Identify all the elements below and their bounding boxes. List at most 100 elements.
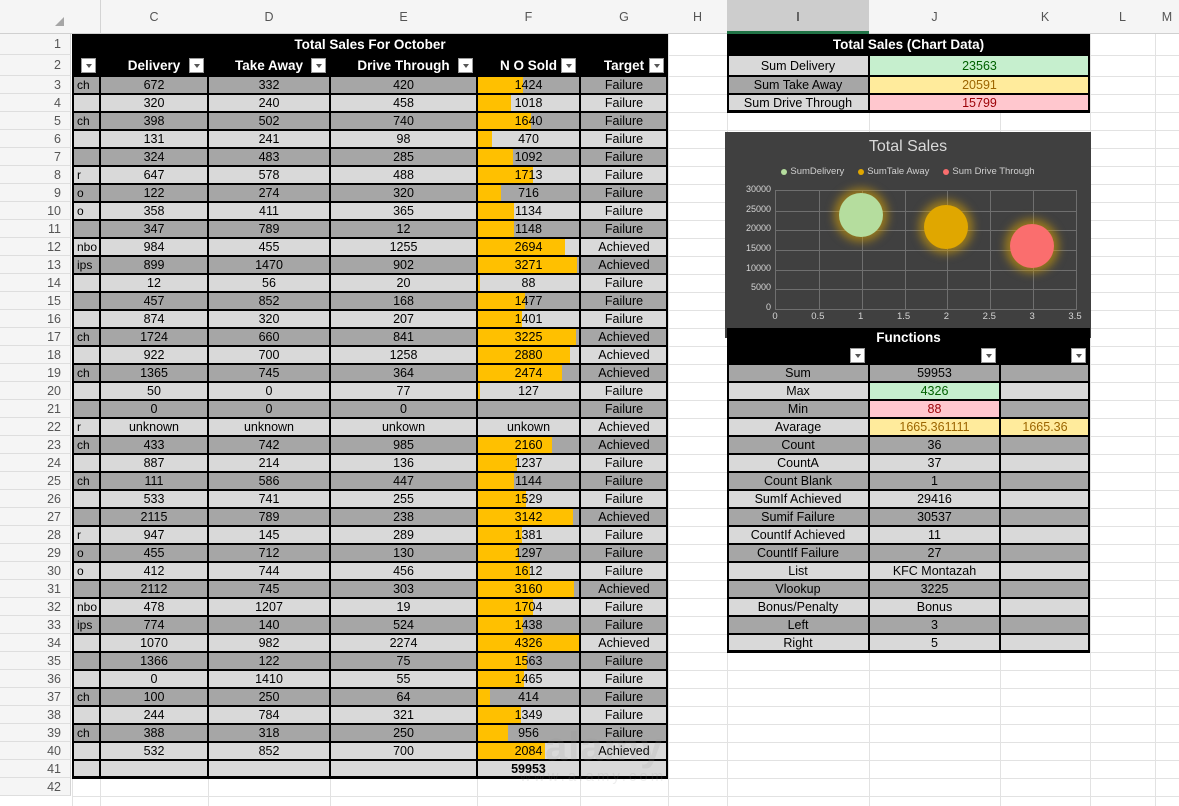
column-header-D[interactable]: D: [208, 0, 331, 34]
row-header-4[interactable]: 4: [0, 94, 71, 112]
column-header-M[interactable]: M: [1155, 0, 1179, 34]
functions-row-separator: [727, 597, 1090, 599]
sales-cell-target: Failure: [580, 598, 668, 616]
column-header-E[interactable]: E: [330, 0, 478, 34]
column-header-C[interactable]: C: [100, 0, 209, 34]
filter-button-d[interactable]: [311, 58, 326, 73]
column-header-F[interactable]: F: [477, 0, 581, 34]
sales-cell-b: nbo: [72, 238, 100, 256]
functions-filter-button-k[interactable]: [1071, 348, 1086, 363]
sales-cell-takeaway: 56: [208, 274, 330, 292]
row-header-21[interactable]: 21: [0, 400, 71, 418]
row-header-25[interactable]: 25: [0, 472, 71, 490]
functions-row-separator: [727, 489, 1090, 491]
sales-cell-sold: 88: [477, 274, 580, 292]
row-header-31[interactable]: 31: [0, 580, 71, 598]
sales-cell-delivery: 50: [100, 382, 208, 400]
functions-extra: [1000, 472, 1090, 490]
sales-cell-drive: 303: [330, 580, 477, 598]
row-header-27[interactable]: 27: [0, 508, 71, 526]
row-header-2[interactable]: 2: [0, 55, 71, 76]
row-header-36[interactable]: 36: [0, 670, 71, 688]
sales-cell-takeaway: 274: [208, 184, 330, 202]
row-header-10[interactable]: 10: [0, 202, 71, 220]
column-header-b[interactable]: [72, 0, 101, 34]
row-header-9[interactable]: 9: [0, 184, 71, 202]
sales-cell-target: Failure: [580, 526, 668, 544]
row-header-26[interactable]: 26: [0, 490, 71, 508]
row-header-38[interactable]: 38: [0, 706, 71, 724]
sales-sold-value: 88: [521, 276, 536, 290]
row-header-3[interactable]: 3: [0, 76, 71, 94]
column-header-H[interactable]: H: [668, 0, 728, 34]
column-header-J[interactable]: J: [869, 0, 1001, 34]
row-header-12[interactable]: 12: [0, 238, 71, 256]
sales-cell-b: ch: [72, 724, 100, 742]
chart-ytick: 15000: [745, 243, 771, 253]
functions-row-separator: [727, 435, 1090, 437]
row-header-23[interactable]: 23: [0, 436, 71, 454]
sales-cell-takeaway: 240: [208, 94, 330, 112]
sales-cell-b: [72, 274, 100, 292]
row-header-16[interactable]: 16: [0, 310, 71, 328]
column-header-K[interactable]: K: [1000, 0, 1091, 34]
sales-cell-target: Achieved: [580, 418, 668, 436]
sales-cell-delivery: 131: [100, 130, 208, 148]
row-header-19[interactable]: 19: [0, 364, 71, 382]
row-header-33[interactable]: 33: [0, 616, 71, 634]
sales-cell-takeaway: 982: [208, 634, 330, 652]
row-header-7[interactable]: 7: [0, 148, 71, 166]
row-header-42[interactable]: 42: [0, 778, 71, 796]
functions-extra: [1000, 436, 1090, 454]
sales-sold-value: 1349: [514, 708, 543, 722]
sales-cell-takeaway: 1470: [208, 256, 330, 274]
row-header-13[interactable]: 13: [0, 256, 71, 274]
legend-label: SumTale Away: [867, 166, 930, 177]
row-header-8[interactable]: 8: [0, 166, 71, 184]
select-all-button[interactable]: [0, 0, 73, 34]
sales-cell-sold: [477, 400, 580, 418]
filter-button-f[interactable]: [561, 58, 576, 73]
sales-cell-target: Failure: [580, 184, 668, 202]
row-header-6[interactable]: 6: [0, 130, 71, 148]
row-header-11[interactable]: 11: [0, 220, 71, 238]
column-header-L[interactable]: L: [1090, 0, 1156, 34]
sales-cell-takeaway: 122: [208, 652, 330, 670]
row-header-28[interactable]: 28: [0, 526, 71, 544]
column-header-G[interactable]: G: [580, 0, 669, 34]
row-header-37[interactable]: 37: [0, 688, 71, 706]
row-header-39[interactable]: 39: [0, 724, 71, 742]
row-header-14[interactable]: 14: [0, 274, 71, 292]
sales-cell-drive: 458: [330, 94, 477, 112]
row-header-18[interactable]: 18: [0, 346, 71, 364]
sales-cell-drive: 488: [330, 166, 477, 184]
filter-button-c[interactable]: [189, 58, 204, 73]
functions-extra: [1000, 598, 1090, 616]
row-header-30[interactable]: 30: [0, 562, 71, 580]
row-header-5[interactable]: 5: [0, 112, 71, 130]
filter-button-b[interactable]: [81, 58, 96, 73]
row-header-15[interactable]: 15: [0, 292, 71, 310]
row-header-34[interactable]: 34: [0, 634, 71, 652]
row-header-1[interactable]: 1: [0, 34, 71, 55]
sales-sold-value: 1563: [514, 654, 543, 668]
sales-cell-sold: 3160: [477, 580, 580, 598]
sales-cell-b: ch: [72, 76, 100, 94]
row-header-32[interactable]: 32: [0, 598, 71, 616]
spreadsheet-grid: C D E F G H I J K L M 1 2 3 4 5 6 7 8 9 10 11 12 13 14 15 16 17 18 19…: [0, 0, 1179, 806]
sales-cell-target: Failure: [580, 220, 668, 238]
row-header-20[interactable]: 20: [0, 382, 71, 400]
row-header-40[interactable]: 40: [0, 742, 71, 760]
row-header-35[interactable]: 35: [0, 652, 71, 670]
row-header-29[interactable]: 29: [0, 544, 71, 562]
row-header-41[interactable]: 41: [0, 760, 71, 778]
sales-cell-drive: 447: [330, 472, 477, 490]
row-header-22[interactable]: 22: [0, 418, 71, 436]
row-header-24[interactable]: 24: [0, 454, 71, 472]
functions-filter-button-i[interactable]: [850, 348, 865, 363]
functions-filter-button-j[interactable]: [981, 348, 996, 363]
sales-cell-b: [72, 220, 100, 238]
filter-button-g[interactable]: [649, 58, 664, 73]
filter-button-e[interactable]: [458, 58, 473, 73]
row-header-17[interactable]: 17: [0, 328, 71, 346]
